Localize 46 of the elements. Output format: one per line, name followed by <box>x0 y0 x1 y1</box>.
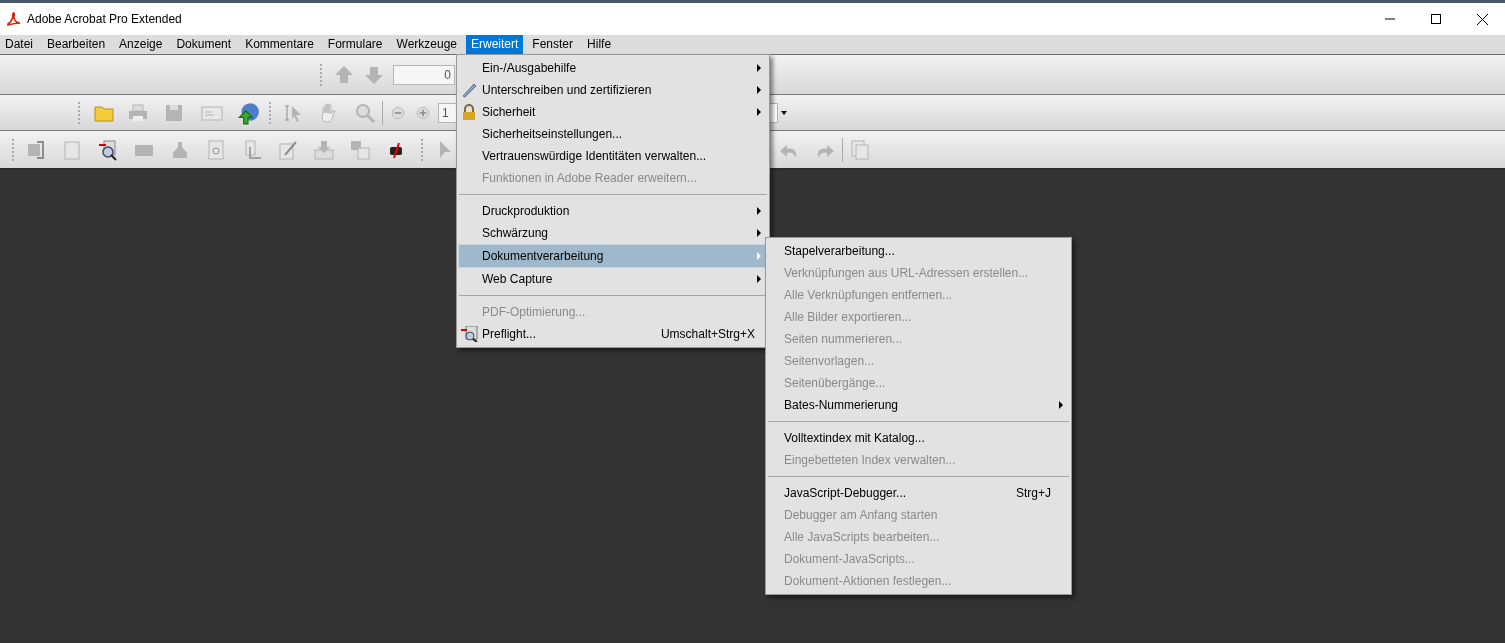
menu-item[interactable]: Sicherheitseinstellungen... <box>459 123 767 145</box>
menu-bar-item[interactable]: Kommentare <box>240 35 319 54</box>
menu-bar-item[interactable]: Formulare <box>322 35 388 54</box>
zoom-icon[interactable] <box>354 101 376 124</box>
menu-bar-item[interactable]: Werkzeuge <box>391 35 462 54</box>
menu-item[interactable]: Bates-Nummerierung <box>768 394 1069 416</box>
pages-icon[interactable] <box>849 138 871 161</box>
magnifier-document-icon[interactable] <box>97 138 119 161</box>
menu-item[interactable]: Ein-/Ausgabehilfe <box>459 57 767 79</box>
window-title: Adobe Acrobat Pro Extended <box>27 12 182 26</box>
dropdown-caret-icon[interactable] <box>781 110 787 115</box>
menu-item[interactable]: Stapelverarbeitung... <box>768 240 1069 262</box>
up-arrow-icon[interactable] <box>333 63 355 86</box>
magnifier-document-icon <box>461 326 479 342</box>
shortcut-label: Umschalt+Strg+X <box>660 327 755 341</box>
menu-item[interactable]: Vertrauenswürdige Identitäten verwalten... <box>459 145 767 167</box>
shortcut-label: Strg+J <box>1016 486 1051 500</box>
close-icon <box>1476 13 1488 25</box>
menu-item[interactable]: Volltextindex mit Katalog... <box>768 427 1069 449</box>
menu-bar-item[interactable]: Erweitert <box>466 35 524 54</box>
menu-bar-item[interactable]: Anzeige <box>114 35 168 54</box>
menu-item[interactable]: Sicherheit <box>459 101 767 123</box>
page-icon[interactable] <box>25 138 47 161</box>
menu-bar-item[interactable]: Bearbeiten <box>42 35 111 54</box>
menu-item[interactable]: Preflight... Umschalt+Strg+X <box>459 323 767 345</box>
maximize-icon <box>1431 14 1441 24</box>
menu-item[interactable]: Web Capture <box>459 268 767 290</box>
tray-arrow-icon[interactable] <box>313 138 335 161</box>
menu-item[interactable]: Dokumentverarbeitung <box>458 244 768 268</box>
menu-item[interactable]: JavaScript-Debugger... Strg+J <box>768 482 1069 504</box>
pen-icon <box>461 82 477 98</box>
crosshair-page-icon[interactable] <box>205 138 227 161</box>
menu-bar-item[interactable]: Hilfe <box>582 35 617 54</box>
app-logo-icon <box>7 12 21 26</box>
page-number-field[interactable]: 0 <box>393 64 455 85</box>
menu-item[interactable]: Unterschreiben und zertifizieren <box>459 79 767 101</box>
pages-icon[interactable] <box>349 138 371 161</box>
menu-bar-item[interactable]: Dokument <box>171 35 237 54</box>
globe-upload-icon[interactable] <box>235 100 261 125</box>
page-icon[interactable] <box>61 138 83 161</box>
printer-icon[interactable] <box>127 101 149 124</box>
padlock-icon <box>461 104 477 120</box>
menu-item[interactable]: Schwärzung <box>459 222 767 244</box>
menu-item[interactable]: Druckproduktion <box>459 200 767 222</box>
menu-bar-item[interactable]: Fenster <box>527 35 579 54</box>
menu-bar-item[interactable]: Datei <box>0 35 38 54</box>
